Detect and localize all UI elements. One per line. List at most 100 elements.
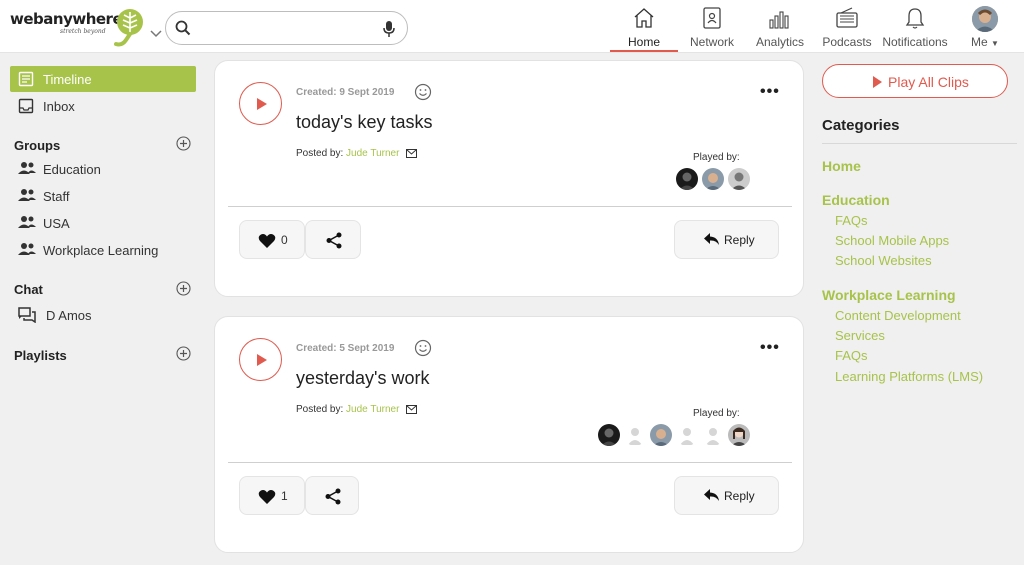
share-button[interactable]: [305, 476, 359, 515]
nav-home[interactable]: Home: [610, 0, 678, 53]
bell-icon: [905, 8, 925, 29]
brand-tagline: stretch beyond: [60, 28, 106, 35]
card-divider: [228, 462, 792, 463]
played-by-label: Played by:: [693, 152, 740, 163]
top-bar: webanywhere stretch beyond Home Network …: [0, 0, 1024, 53]
nav-notifications[interactable]: Notifications: [880, 0, 950, 53]
category-item[interactable]: Content Development: [835, 308, 961, 323]
sidebar-item-label: USA: [43, 216, 70, 231]
leaf-logo-icon: [114, 9, 143, 47]
author-link[interactable]: Jude Turner: [346, 404, 399, 415]
group-icon: [18, 243, 36, 255]
avatar[interactable]: [598, 424, 620, 446]
posted-by-label: Posted by:: [296, 148, 344, 159]
search-bar[interactable]: [165, 11, 408, 45]
like-button[interactable]: 1: [239, 476, 305, 515]
created-date: Created: 5 Sept 2019: [296, 343, 395, 354]
group-icon: [18, 162, 36, 174]
category-item[interactable]: School Mobile Apps: [835, 233, 949, 248]
add-playlist-icon[interactable]: [176, 346, 191, 361]
share-icon: [326, 232, 342, 249]
nav-me-label: Me ▼: [971, 35, 999, 49]
posted-by: Posted by: Jude Turner: [296, 404, 418, 415]
smiley-icon[interactable]: [414, 339, 432, 357]
sidebar-item-label: Workplace Learning: [43, 243, 159, 258]
sidebar-item-label: Staff: [43, 189, 70, 204]
search-icon: [175, 20, 191, 36]
avatar[interactable]: [728, 424, 750, 446]
reply-button[interactable]: Reply: [674, 476, 779, 515]
nav-home-label: Home: [627, 35, 660, 49]
right-panel: Play All Clips Categories Home Education…: [810, 54, 1024, 565]
sidebar-item-workplace-learning[interactable]: Workplace Learning: [10, 237, 196, 263]
add-group-icon[interactable]: [176, 136, 191, 151]
nav-analytics[interactable]: Analytics: [751, 0, 809, 53]
posted-by: Posted by: Jude Turner: [296, 148, 418, 159]
sidebar-item-chat-d-amos[interactable]: D Amos: [10, 302, 196, 328]
category-item[interactable]: FAQs: [835, 348, 868, 363]
avatar[interactable]: [702, 168, 724, 190]
playlists-heading: Playlists: [14, 348, 67, 363]
reply-label: Reply: [724, 233, 755, 247]
play-button[interactable]: [239, 82, 282, 125]
category-education[interactable]: Education: [822, 192, 890, 208]
user-avatar: [972, 6, 998, 32]
play-all-label: Play All Clips: [888, 74, 969, 90]
reply-button[interactable]: Reply: [674, 220, 779, 259]
left-sidebar: Timeline Inbox Groups Education Staff US…: [0, 54, 205, 565]
nav-podcasts[interactable]: Podcasts: [820, 0, 874, 53]
share-icon: [325, 488, 341, 505]
post-card: Created: 9 Sept 2019 ••• today's key tas…: [214, 60, 804, 297]
like-button[interactable]: 0: [239, 220, 305, 259]
sidebar-item-staff[interactable]: Staff: [10, 183, 196, 209]
nav-network[interactable]: Network: [684, 0, 740, 53]
smiley-icon[interactable]: [414, 83, 432, 101]
avatar-placeholder[interactable]: [702, 424, 724, 446]
avatar[interactable]: [650, 424, 672, 446]
chat-heading: Chat: [14, 282, 43, 297]
nav-me[interactable]: Me ▼: [964, 0, 1006, 53]
brand-name: webanywhere: [10, 10, 123, 28]
category-item[interactable]: Learning Platforms (LMS): [835, 369, 983, 384]
category-workplace-learning[interactable]: Workplace Learning: [822, 287, 956, 303]
author-link[interactable]: Jude Turner: [346, 148, 399, 159]
category-home[interactable]: Home: [822, 158, 861, 174]
categories-title: Categories: [822, 117, 900, 134]
play-all-clips-button[interactable]: Play All Clips: [822, 64, 1008, 98]
sidebar-item-label: Education: [43, 162, 101, 177]
play-button[interactable]: [239, 338, 282, 381]
created-date: Created: 9 Sept 2019: [296, 87, 395, 98]
avatar-placeholder[interactable]: [676, 424, 698, 446]
post-title: yesterday's work: [296, 368, 430, 388]
mail-icon[interactable]: [406, 405, 418, 414]
sidebar-item-inbox[interactable]: Inbox: [10, 93, 196, 119]
more-options-icon[interactable]: •••: [760, 339, 780, 357]
avatar[interactable]: [676, 168, 698, 190]
sidebar-item-timeline[interactable]: Timeline: [10, 66, 196, 92]
inbox-icon: [18, 98, 34, 114]
sidebar-item-label: D Amos: [46, 308, 92, 323]
group-icon: [18, 216, 36, 228]
home-icon: [634, 8, 654, 28]
play-icon: [873, 76, 882, 88]
add-chat-icon[interactable]: [176, 281, 191, 296]
chat-bubbles-icon: [18, 307, 36, 323]
mail-icon[interactable]: [406, 149, 418, 158]
category-item[interactable]: FAQs: [835, 213, 868, 228]
groups-heading: Groups: [14, 138, 61, 153]
category-item[interactable]: School Websites: [835, 253, 932, 268]
share-button[interactable]: [305, 220, 361, 259]
timeline-icon: [18, 71, 34, 87]
avatar[interactable]: [728, 168, 750, 190]
category-item[interactable]: Services: [835, 328, 885, 343]
avatar-placeholder[interactable]: [624, 424, 646, 446]
play-icon: [257, 354, 267, 366]
brand-logo[interactable]: webanywhere stretch beyond: [10, 8, 162, 48]
microphone-icon[interactable]: [382, 20, 396, 38]
chevron-down-icon[interactable]: [150, 30, 162, 38]
search-input[interactable]: [200, 18, 370, 40]
sidebar-item-usa[interactable]: USA: [10, 210, 196, 236]
post-title: today's key tasks: [296, 112, 433, 132]
sidebar-item-education[interactable]: Education: [10, 156, 196, 182]
more-options-icon[interactable]: •••: [760, 83, 780, 101]
